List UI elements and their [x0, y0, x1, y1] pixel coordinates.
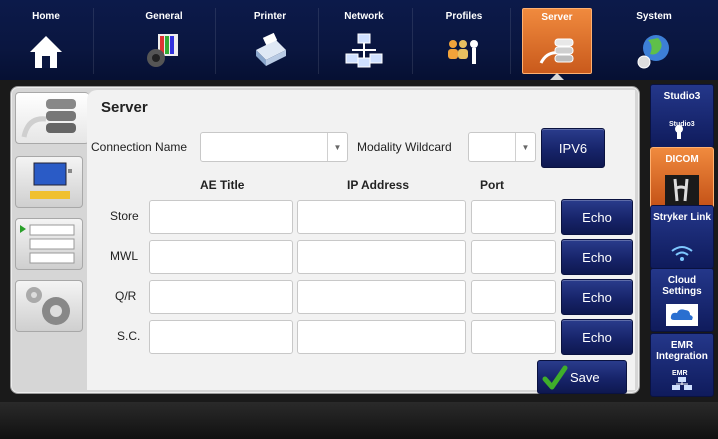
- sidebar-item-dicom[interactable]: DICOM: [650, 147, 714, 211]
- row-label-mwl: MWL: [110, 249, 138, 263]
- emr-icon-badge: EMR: [672, 370, 688, 377]
- chevron-down-icon: ▼: [327, 133, 347, 161]
- bottom-status-bar: [0, 402, 718, 439]
- studio3-icon: Studio3: [669, 121, 695, 139]
- sidebar-item-stryker-link-label: Stryker Link: [653, 212, 711, 223]
- tab-server[interactable]: Server: [522, 8, 592, 80]
- workstation-icon: [30, 162, 72, 199]
- sidebar-item-studio3[interactable]: Studio3 Studio3: [650, 84, 714, 148]
- sidebar-tab-workstation[interactable]: [15, 156, 83, 208]
- tab-home-label: Home: [32, 11, 60, 22]
- globe-icon: [637, 35, 669, 69]
- sc-ip-address-input[interactable]: [297, 320, 466, 354]
- sidebar-item-emr-integration-label: EMR Integration: [656, 340, 708, 362]
- tab-printer[interactable]: Printer: [234, 8, 306, 74]
- tab-general[interactable]: General: [128, 8, 200, 74]
- column-header-port: Port: [480, 178, 504, 192]
- column-header-ip-address: IP Address: [347, 178, 410, 192]
- row-label-store: Store: [110, 209, 139, 223]
- tab-profiles[interactable]: Profiles: [428, 8, 500, 74]
- wifi-icon: [671, 246, 693, 261]
- tab-home[interactable]: Home: [10, 8, 82, 74]
- top-navigation: Home General Printer Network Profiles Se…: [0, 0, 718, 80]
- dicom-icon: [665, 175, 699, 205]
- column-header-ae-title: AE Title: [200, 178, 245, 192]
- qr-ae-title-input[interactable]: [149, 280, 293, 314]
- sidebar-tab-list[interactable]: [15, 218, 83, 270]
- store-ip-address-input[interactable]: [297, 200, 466, 234]
- page-title: Server: [101, 99, 148, 116]
- tab-network[interactable]: Network: [328, 8, 400, 74]
- sidebar-item-cloud-settings-label: Cloud Settings: [662, 275, 702, 297]
- cloud-icon: [666, 304, 698, 326]
- store-ae-title-input[interactable]: [149, 200, 293, 234]
- sidebar-item-cloud-settings[interactable]: Cloud Settings: [650, 268, 714, 332]
- server-stack-icon: [21, 99, 76, 138]
- sc-ae-title-input[interactable]: [149, 320, 293, 354]
- printer-icon: [256, 32, 286, 66]
- sidebar-item-stryker-link[interactable]: Stryker Link: [650, 205, 714, 269]
- mwl-echo-button[interactable]: Echo: [561, 239, 633, 275]
- tab-general-label: General: [145, 11, 183, 22]
- tab-profiles-label: Profiles: [445, 11, 483, 22]
- chevron-down-icon: ▼: [515, 133, 535, 161]
- row-label-qr: Q/R: [115, 289, 137, 303]
- mwl-port-input[interactable]: [471, 240, 556, 274]
- save-button-label: Save: [570, 370, 600, 385]
- store-echo-button[interactable]: Echo: [561, 199, 633, 235]
- emr-icon: EMR: [672, 370, 692, 390]
- server-icon: [539, 38, 574, 64]
- sidebar-item-dicom-label: DICOM: [665, 154, 699, 165]
- sidebar-tab-settings[interactable]: [15, 280, 83, 332]
- gear-icon: [26, 287, 70, 325]
- connection-name-dropdown[interactable]: ▼: [200, 132, 348, 162]
- sidebar-item-studio3-label: Studio3: [663, 91, 701, 102]
- sc-port-input[interactable]: [471, 320, 556, 354]
- qr-echo-button[interactable]: Echo: [561, 279, 633, 315]
- row-label-sc: S.C.: [117, 329, 141, 343]
- tab-system[interactable]: System: [618, 8, 690, 74]
- list-icon: [20, 224, 75, 264]
- sidebar-tab-server[interactable]: [15, 92, 89, 144]
- ipv6-button[interactable]: IPV6: [541, 128, 605, 168]
- tab-printer-label: Printer: [253, 11, 287, 22]
- home-icon: [30, 36, 62, 68]
- qr-ip-address-input[interactable]: [297, 280, 466, 314]
- qr-port-input[interactable]: [471, 280, 556, 314]
- modality-wildcard-label: Modality Wildcard: [357, 140, 452, 154]
- tab-system-label: System: [636, 11, 672, 22]
- tab-server-label: Server: [541, 12, 573, 23]
- tab-network-label: Network: [344, 11, 384, 22]
- network-icon: [345, 33, 383, 68]
- sidebar-item-emr-integration[interactable]: EMR Integration EMR: [650, 333, 714, 397]
- connection-name-label: Connection Name: [91, 140, 188, 154]
- mwl-ip-address-input[interactable]: [297, 240, 466, 274]
- profiles-icon: [448, 40, 478, 64]
- checkmark-icon: [542, 365, 568, 390]
- save-button[interactable]: Save: [537, 360, 627, 394]
- store-port-input[interactable]: [471, 200, 556, 234]
- modality-wildcard-dropdown[interactable]: ▼: [468, 132, 536, 162]
- palette-icon: [147, 34, 178, 67]
- sc-echo-button[interactable]: Echo: [561, 319, 633, 355]
- mwl-ae-title-input[interactable]: [149, 240, 293, 274]
